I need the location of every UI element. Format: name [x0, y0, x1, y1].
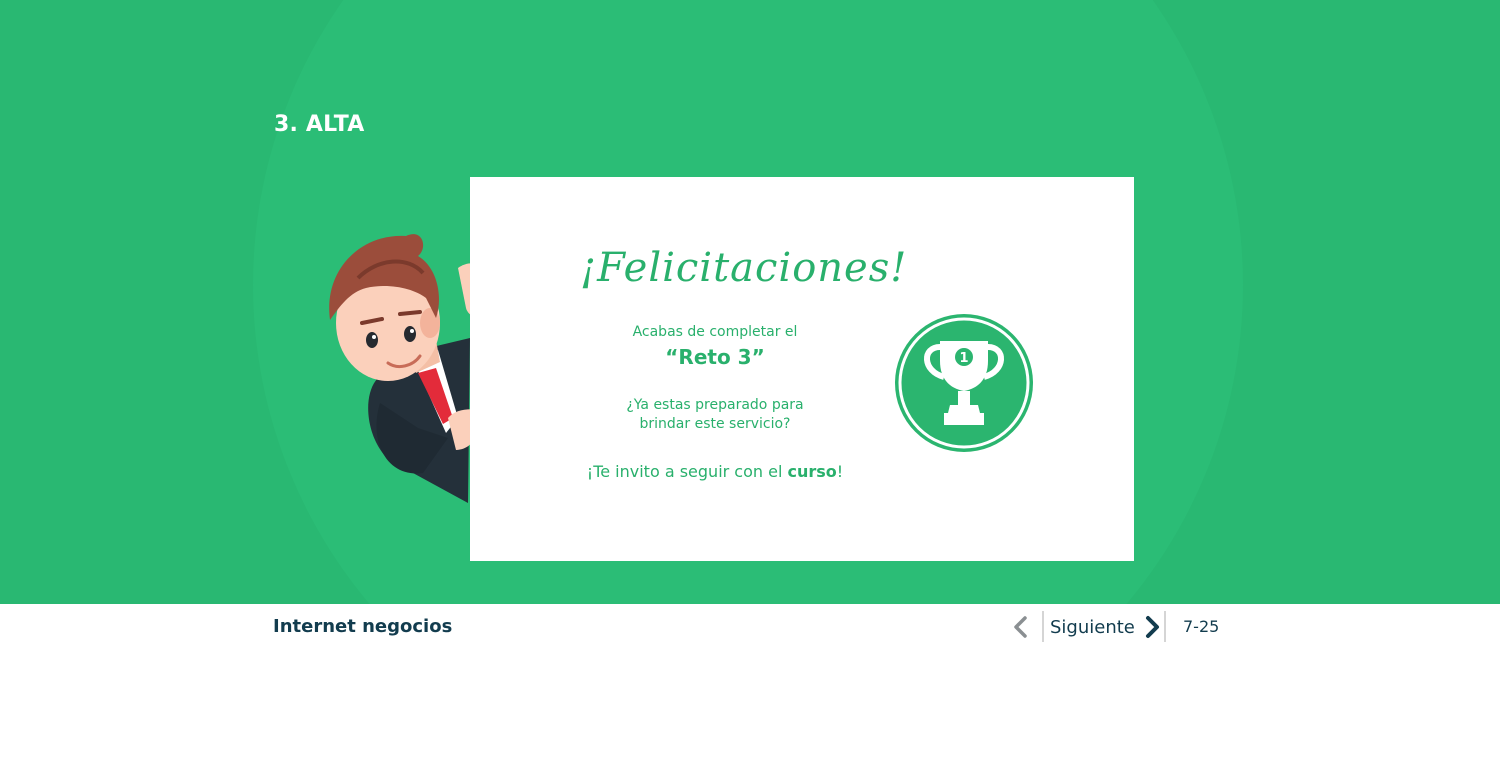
page-counter: 7-25 — [1183, 617, 1220, 636]
nav-divider — [1042, 611, 1044, 642]
next-button[interactable]: Siguiente — [1050, 612, 1163, 642]
ready-question-line-2: brindar este servicio? — [639, 416, 791, 432]
invite-course-word: curso — [787, 462, 837, 481]
trophy-icon: 1 — [895, 314, 1033, 452]
invite-prefix: ¡Te invito a seguir con el — [586, 462, 788, 481]
previous-button[interactable] — [1006, 612, 1036, 642]
section-title: 3. ALTA — [274, 112, 365, 137]
ready-question-line-1: ¿Ya estas preparado para — [626, 397, 804, 413]
trophy-number: 1 — [959, 351, 968, 366]
next-label: Siguiente — [1050, 616, 1135, 638]
invite-suffix: ! — [836, 462, 844, 481]
continue-invitation: ¡Te invito a seguir con el curso! — [580, 462, 850, 481]
completed-text: Acabas de completar el — [632, 324, 798, 340]
congratulations-card: ¡Felicitaciones! Acabas de completar el … — [470, 177, 1134, 561]
course-title: Internet negocios — [273, 616, 453, 637]
lesson-stage: 3. ALTA ¡Felicitaciones! Acabas de compl… — [0, 0, 1500, 604]
congratulations-heading: ¡Felicitaciones! — [580, 245, 908, 291]
challenge-name: “Reto 3” — [665, 345, 765, 369]
nav-divider — [1164, 611, 1166, 642]
chevron-left-icon — [1014, 616, 1027, 638]
chevron-right-icon — [1145, 616, 1159, 638]
